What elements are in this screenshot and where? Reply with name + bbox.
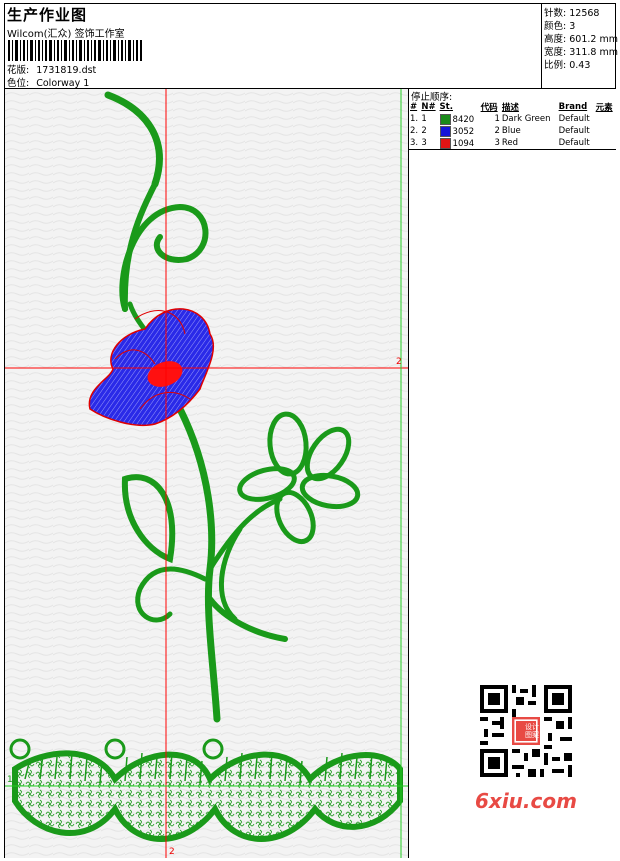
col-brand: Brand (558, 102, 588, 112)
design-preview[interactable]: 2 2 1 (5, 89, 408, 858)
header-info: 生产作业图 Wilcom(汇众) 签饰工作室 花版: 1731819.dst 色… (5, 4, 541, 89)
table-row[interactable]: 3. 3 1094 3 Red Default (409, 137, 616, 150)
design-stats: 针数: 12568 颜色: 3 高度: 601.2 mm 宽度: 311.8 m… (541, 3, 618, 88)
watermark-text: 6xiu.com (475, 789, 577, 813)
col-index: # (410, 102, 418, 112)
col-element: 元素 (595, 103, 613, 113)
qr-badge-text: 设计 图案 (525, 723, 539, 739)
colorway-line: 色位: Colorway 1 (7, 75, 89, 89)
stop-sequence-table: # N# St. 代码 描述 Brand 元素 1. 1 8420 1 Dark… (409, 101, 616, 150)
col-stitches: St. (439, 102, 453, 112)
stat-height: 高度: 601.2 mm (544, 34, 618, 45)
barcode-icon (8, 40, 142, 61)
stat-width: 宽度: 311.8 mm (544, 47, 618, 58)
stat-stitches: 针数: 12568 (544, 8, 600, 19)
guide-marker-left: 1 (7, 775, 13, 785)
col-description: 描述 (501, 103, 519, 113)
company-name: Wilcom(汇众) 签饰工作室 (7, 29, 125, 40)
table-row[interactable]: 1. 1 8420 1 Dark Green Default (409, 113, 616, 125)
design-file-line: 花版: 1731819.dst (7, 62, 96, 76)
embroidery-design (5, 89, 408, 858)
table-row[interactable]: 2. 2 3052 2 Blue Default (409, 125, 616, 137)
stat-colors: 颜色: 3 (544, 21, 576, 32)
stat-scale: 比例: 0.43 (544, 60, 591, 71)
guide-marker-h: 2 (396, 357, 402, 367)
guide-marker-v: 2 (169, 847, 175, 857)
color-swatch (439, 113, 451, 125)
table-header-row: # N# St. 代码 描述 Brand 元素 (409, 101, 616, 113)
col-code: 代码 (480, 103, 498, 113)
color-swatch (439, 125, 451, 137)
col-n: N# (421, 102, 436, 112)
watermark: 设计 图案 6xiu.com (470, 681, 588, 819)
page-title: 生产作业图 (7, 6, 88, 24)
color-swatch (439, 137, 451, 149)
